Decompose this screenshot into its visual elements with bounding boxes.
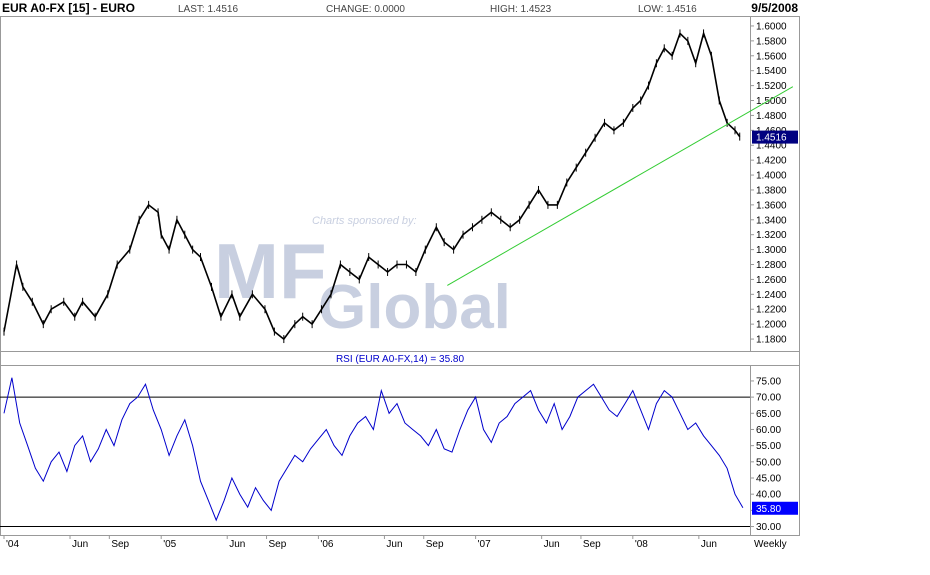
rsi-value-tag: 35.80 — [752, 501, 798, 515]
rsi-series-group — [3, 377, 744, 522]
price-tick-label: 1.3400 — [756, 215, 787, 226]
period-label: Weekly — [754, 539, 787, 550]
time-tick-label: Jun — [386, 539, 402, 550]
time-tick-label: '05 — [163, 539, 176, 550]
price-tick-label: 1.5400 — [756, 66, 787, 77]
rsi-tick-label: 60.00 — [756, 425, 781, 436]
price-axis-ticks: 1.1800 1.2000 1.2200 1.2400 1.2600 1.2800 1.30… — [750, 21, 787, 346]
rsi-reference-lines — [0, 396, 750, 528]
price-tick-label: 1.5800 — [756, 36, 787, 47]
rsi-tick-label: 45.00 — [756, 474, 781, 485]
rsi-series-line — [3, 377, 744, 522]
rsi-panel-frame — [0, 365, 800, 536]
time-tick-label: Sep — [269, 539, 287, 550]
price-tick-label: 1.4000 — [756, 171, 787, 182]
price-tick-label: 1.4200 — [756, 156, 787, 167]
rsi-tick-label: 75.00 — [756, 376, 781, 387]
time-tick-label: Sep — [111, 539, 129, 550]
rsi-tick-label: 65.00 — [756, 409, 781, 420]
header-date: 9/5/2008 — [751, 1, 798, 15]
price-tick-label: 1.3800 — [756, 185, 787, 196]
rsi-title: RSI (EUR A0-FX,14) = 35.80 — [336, 354, 465, 365]
time-tick-label: Jun — [544, 539, 560, 550]
rsi-tick-label: 50.00 — [756, 457, 781, 468]
price-tick-label: 1.1800 — [756, 335, 787, 346]
last-price-tag-text: 1.4516 — [756, 133, 787, 144]
header-high: HIGH: 1.4523 — [490, 4, 552, 15]
price-tick-label: 1.2800 — [756, 260, 787, 271]
time-tick-label: Jun — [72, 539, 88, 550]
time-tick-label: Jun — [229, 539, 245, 550]
price-tick-label: 1.5200 — [756, 81, 787, 92]
price-tick-label: 1.3000 — [756, 245, 787, 256]
time-tick-label: '06 — [320, 539, 333, 550]
last-price-tag: 1.4516 — [752, 130, 798, 144]
rsi-value-tag-text: 35.80 — [756, 504, 781, 515]
rsi-tick-label: 55.00 — [756, 441, 781, 452]
sponsor-watermark: Charts sponsored by: MF Global — [214, 215, 511, 342]
price-tick-label: 1.6000 — [756, 21, 787, 32]
time-tick-label: Sep — [583, 539, 601, 550]
rsi-tick-label: 30.00 — [756, 522, 781, 533]
price-tick-label: 1.5600 — [756, 51, 787, 62]
logo-word: Global — [318, 273, 511, 342]
price-tick-label: 1.3600 — [756, 200, 787, 211]
header-last: LAST: 1.4516 — [178, 4, 238, 15]
chart-container: EUR A0-FX [15] - EURO LAST: 1.4516 CHANG… — [0, 0, 800, 551]
time-tick-label: '08 — [635, 539, 648, 550]
logo-letters: MF — [214, 227, 327, 315]
price-tick-label: 1.4800 — [756, 111, 787, 122]
rsi-tick-label: 40.00 — [756, 490, 781, 501]
time-axis-labels: '04 Jun Sep '05 Jun Sep '06 Jun Sep '07 Jun Sep '08 J… — [3, 535, 717, 550]
price-tick-label: 1.2000 — [756, 320, 787, 331]
price-tick-label: 1.2200 — [756, 305, 787, 316]
header-change: CHANGE: 0.0000 — [326, 4, 405, 15]
time-tick-label: '04 — [6, 539, 19, 550]
chart-svg: EUR A0-FX [15] - EURO LAST: 1.4516 CHANG… — [0, 0, 800, 550]
time-tick-label: '07 — [478, 539, 491, 550]
time-tick-label: Sep — [426, 539, 444, 550]
price-tick-label: 1.2600 — [756, 275, 787, 286]
price-tick-label: 1.3200 — [756, 230, 787, 241]
price-tick-label: 1.2400 — [756, 290, 787, 301]
time-tick-label: Jun — [701, 539, 717, 550]
rsi-tick-label: 70.00 — [756, 393, 781, 404]
header-low: LOW: 1.4516 — [638, 4, 697, 15]
trendline — [447, 86, 794, 286]
header-symbol: EUR A0-FX [15] - EURO — [2, 1, 135, 15]
sponsor-text: Charts sponsored by: — [312, 215, 417, 227]
